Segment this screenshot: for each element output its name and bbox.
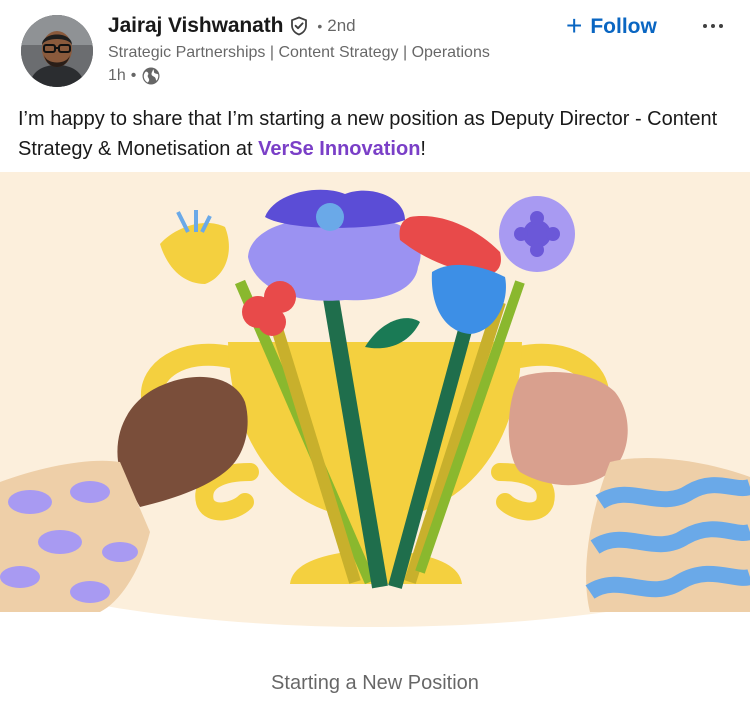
author-avatar[interactable] [21,15,93,87]
more-dots-icon [703,24,707,28]
post-body: I’m happy to share that I’m starting a n… [18,104,734,164]
globe-icon [141,66,161,86]
feed-post: Jairaj Vishwanath • 2nd Strategic Partne… [0,0,750,703]
bouquet-artwork [0,172,750,640]
more-options-button[interactable] [693,12,733,40]
post-body-end: ! [420,138,426,160]
plus-icon: + [566,9,583,41]
author-headline: Strategic Partnerships | Content Strateg… [108,44,490,61]
time-separator: • [130,67,137,84]
celebration-bouquet-illustration[interactable] [0,172,750,640]
post-meta: 1h • [108,66,161,86]
author-name-line: Jairaj Vishwanath • 2nd [108,14,356,38]
author-name[interactable]: Jairaj Vishwanath [108,14,283,38]
follow-button[interactable]: + Follow [566,10,657,44]
company-mention-link[interactable]: VerSe Innovation [258,138,420,160]
verified-shield-icon [289,16,309,36]
post-time: 1h [108,67,126,84]
avatar-photo [21,15,93,87]
connection-degree: 2nd [327,16,356,35]
follow-label: Follow [590,15,657,38]
degree-separator: • [317,18,323,34]
media-caption: Starting a New Position [271,672,479,694]
post-header: Jairaj Vishwanath • 2nd Strategic Partne… [0,0,750,98]
